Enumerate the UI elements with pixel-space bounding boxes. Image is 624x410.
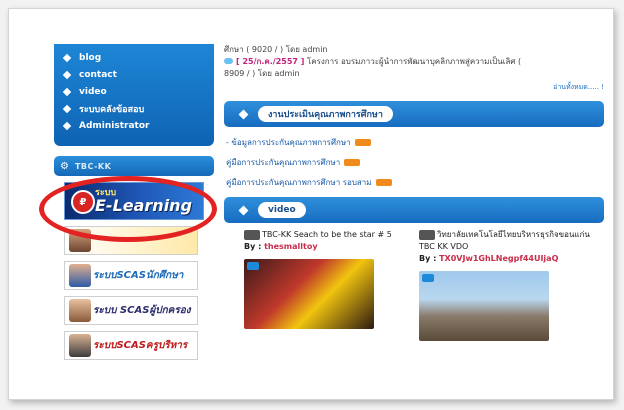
menu-item-contact[interactable]: contact: [62, 67, 208, 82]
video-title: TBC-KK Seach to be the star # 5: [262, 230, 392, 239]
news-line: ศึกษา ( 9020 / ) โดย admin: [224, 45, 328, 54]
video-title: วิทยาลัยเทคโนโลยีไทยบริหารธุรกิจขอนแก่น …: [419, 230, 590, 251]
quality-links: - ข้อมูลการประกันคุณภาพการศึกษา คู่มือกา…: [224, 135, 604, 189]
video-author: thesmalltoy: [264, 242, 318, 251]
avatar: [69, 299, 91, 322]
video-section-header: video: [224, 197, 604, 223]
new-badge-icon: [344, 158, 361, 166]
diamond-icon: [62, 121, 72, 130]
diamond-icon: [238, 205, 249, 216]
by-label: By :: [419, 254, 437, 263]
banner-label: ระบบ SCASผู้ปกครอง: [93, 305, 191, 316]
sidebar-section-header: ⚙ TBC-KK: [54, 156, 214, 176]
video-item[interactable]: วิทยาลัยเทคโนโลยีไทยบริหารธุรกิจขอนแก่น …: [419, 229, 594, 341]
play-icon: [247, 262, 259, 270]
menu-item-label: video: [79, 86, 107, 97]
link-label: คู่มือการประกันคุณภาพการศึกษา รอบสาม: [226, 177, 372, 187]
banner-label: ระบบSCASครูบริหาร: [93, 340, 188, 351]
bullet-icon: [224, 58, 233, 64]
avatar: [69, 334, 91, 357]
menu-item-blog[interactable]: blog: [62, 50, 208, 65]
diamond-icon: [62, 104, 72, 113]
video-list: TBC-KK Seach to be the star # 5 By : the…: [224, 229, 604, 341]
menu-item-label: blog: [79, 52, 102, 63]
news-title: โครงการ อบรมภาวะผู้นำการพัฒนาบุคลิกภาพสู…: [306, 57, 522, 66]
sidebar-section-title: TBC-KK: [74, 161, 112, 171]
diamond-icon: [238, 109, 249, 120]
sidebar-banner-students[interactable]: ระบบSCASนักศึกษา: [64, 261, 198, 290]
film-icon: [419, 229, 435, 240]
diamond-icon: [62, 87, 72, 96]
left-sidebar: blog contact video ระบบคลังข้อสอบ Admini…: [54, 44, 214, 360]
menu-item-label: Administrator: [79, 120, 150, 131]
video-author: TX0VJw1GhLNegpf44UIjaQ: [439, 254, 559, 263]
avatar: [69, 264, 91, 287]
sidebar-banner-parents[interactable]: ระบบ SCASผู้ปกครอง: [64, 296, 198, 325]
link-label: คู่มือการประกันคุณภาพการศึกษา: [226, 157, 341, 167]
link-label: - ข้อมูลการประกันคุณภาพการศึกษา: [226, 137, 351, 147]
news-block: ศึกษา ( 9020 / ) โดย admin [ 25/ก.ค./255…: [224, 44, 604, 93]
elearning-logo-icon: ₽: [71, 190, 95, 214]
quality-section-header: งานประเมินคุณภาพการศึกษา: [224, 101, 604, 127]
sidebar-banner-1[interactable]: [64, 226, 198, 255]
quality-link[interactable]: คู่มือการประกันคุณภาพการศึกษา รอบสาม: [226, 175, 604, 189]
banner-label: ระบบSCASนักศึกษา: [93, 270, 184, 281]
elearning-big-label: E-Learning: [95, 196, 193, 215]
main-content: ศึกษา ( 9020 / ) โดย admin [ 25/ก.ค./255…: [224, 44, 604, 341]
video-item[interactable]: TBC-KK Seach to be the star # 5 By : the…: [244, 229, 419, 341]
avatar: [69, 229, 91, 252]
film-icon: [244, 229, 260, 240]
read-more-link[interactable]: อ่านทั้งหมด..... !: [224, 81, 604, 93]
main-menu: blog contact video ระบบคลังข้อสอบ Admini…: [54, 44, 214, 146]
diamond-icon: [62, 53, 72, 62]
menu-item-label: ระบบคลังข้อสอบ: [79, 104, 145, 115]
new-badge-icon: [354, 138, 371, 146]
menu-item-label: contact: [79, 69, 117, 80]
quality-link[interactable]: - ข้อมูลการประกันคุณภาพการศึกษา: [226, 135, 604, 149]
settings-icon: ⚙: [60, 160, 69, 172]
news-line: 8909 / ) โดย admin: [224, 69, 300, 78]
elearning-banner[interactable]: ₽ ระบบ E-Learning: [64, 182, 204, 220]
video-thumbnail[interactable]: [419, 271, 549, 341]
by-label: By :: [244, 242, 262, 251]
play-icon: [422, 274, 434, 282]
quality-link[interactable]: คู่มือการประกันคุณภาพการศึกษา: [226, 155, 604, 169]
new-badge-icon: [375, 178, 392, 186]
menu-item-video[interactable]: video: [62, 84, 208, 99]
diamond-icon: [62, 70, 72, 79]
news-date: [ 25/ก.ค./2557 ]: [236, 57, 305, 66]
section-title: video: [258, 202, 306, 218]
sidebar-banner-admin[interactable]: ระบบSCASครูบริหาร: [64, 331, 198, 360]
menu-item-administrator[interactable]: Administrator: [62, 118, 208, 133]
menu-item-exam-bank[interactable]: ระบบคลังข้อสอบ: [62, 101, 208, 116]
video-thumbnail[interactable]: [244, 259, 374, 329]
news-item[interactable]: [ 25/ก.ค./2557 ] โครงการ อบรมภาวะผู้นำกา…: [224, 56, 604, 68]
page-frame: blog contact video ระบบคลังข้อสอบ Admini…: [8, 8, 614, 400]
section-title: งานประเมินคุณภาพการศึกษา: [258, 106, 393, 122]
